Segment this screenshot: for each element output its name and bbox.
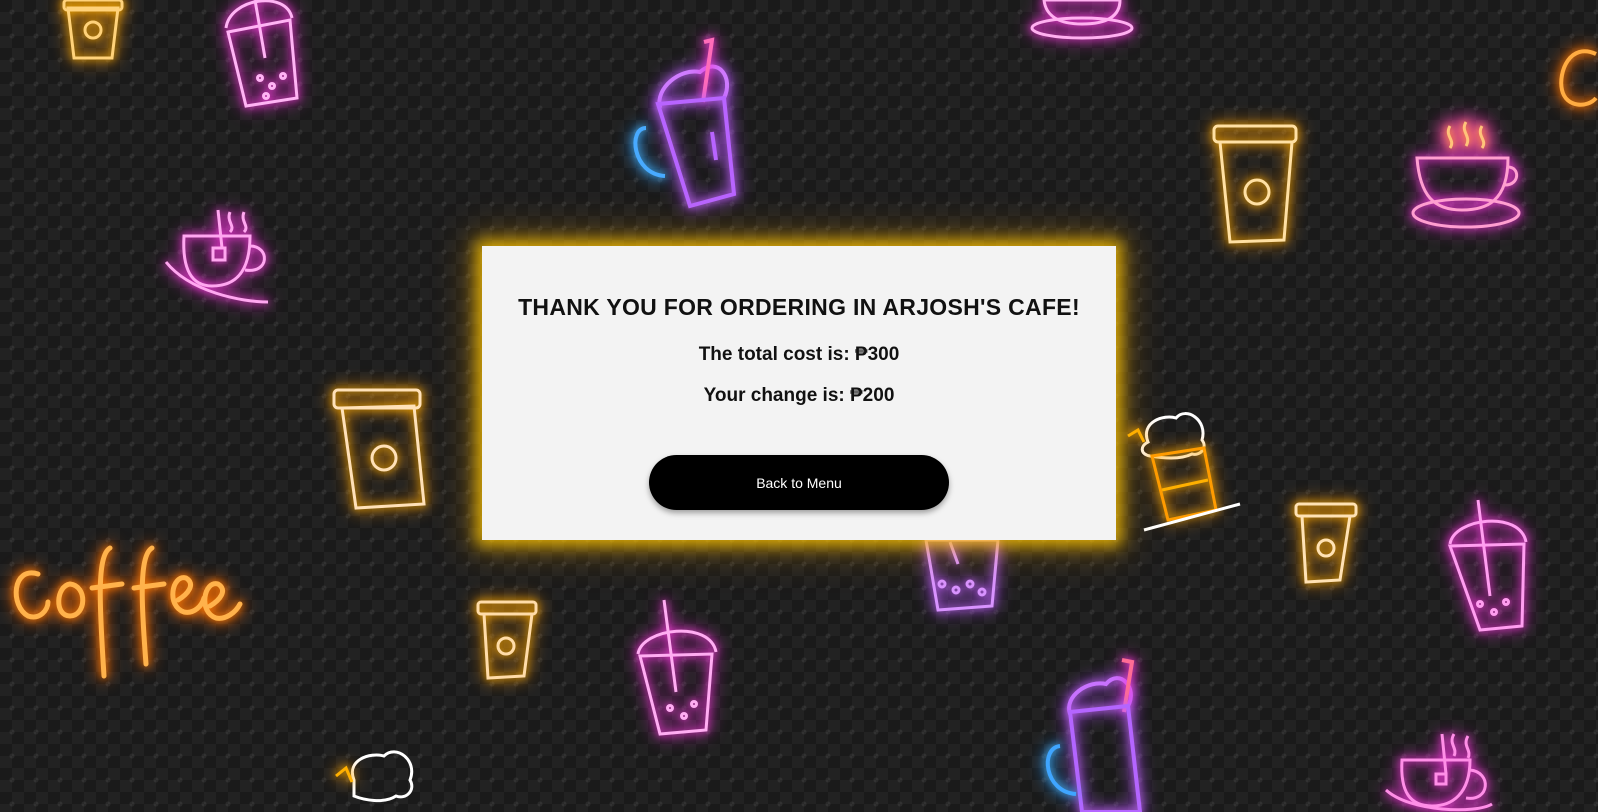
milkshake-icon bbox=[633, 37, 737, 209]
coffee-cup-icon bbox=[62, 0, 124, 60]
total-cost-text: The total cost is: ₱300 bbox=[698, 344, 900, 365]
tea-cup-icon bbox=[1411, 121, 1521, 229]
boba-cup-icon bbox=[1447, 499, 1528, 632]
coffee-cup-icon bbox=[1212, 124, 1298, 244]
tea-cup-icon bbox=[1384, 733, 1493, 812]
tea-cup-icon bbox=[164, 209, 269, 304]
tea-cup-icon bbox=[1030, 0, 1134, 40]
boba-cup-icon bbox=[224, 0, 299, 108]
thank-you-heading: THANK YOU FOR ORDERING IN ARJOSH'S CAFE! bbox=[518, 294, 1080, 320]
page-background: THANK YOU FOR ORDERING IN ARJOSH'S CAFE!… bbox=[0, 0, 1598, 812]
boba-cup-icon bbox=[924, 538, 1000, 612]
back-to-menu-button[interactable]: Back to Menu bbox=[649, 455, 949, 510]
change-amount-text: Your change is: ₱200 bbox=[703, 385, 895, 406]
order-confirmation-card: THANK YOU FOR ORDERING IN ARJOSH'S CAFE!… bbox=[482, 246, 1116, 540]
frappe-icon bbox=[335, 750, 414, 803]
frappe-icon bbox=[1127, 412, 1241, 532]
milkshake-icon bbox=[1045, 658, 1143, 812]
coffee-sign-icon bbox=[1559, 49, 1598, 107]
coffee-cup-icon bbox=[1294, 502, 1358, 584]
coffee-cup-icon bbox=[476, 600, 538, 680]
coffee-sign-icon bbox=[13, 545, 243, 679]
boba-cup-icon bbox=[636, 599, 718, 736]
coffee-cup-icon bbox=[332, 388, 426, 510]
